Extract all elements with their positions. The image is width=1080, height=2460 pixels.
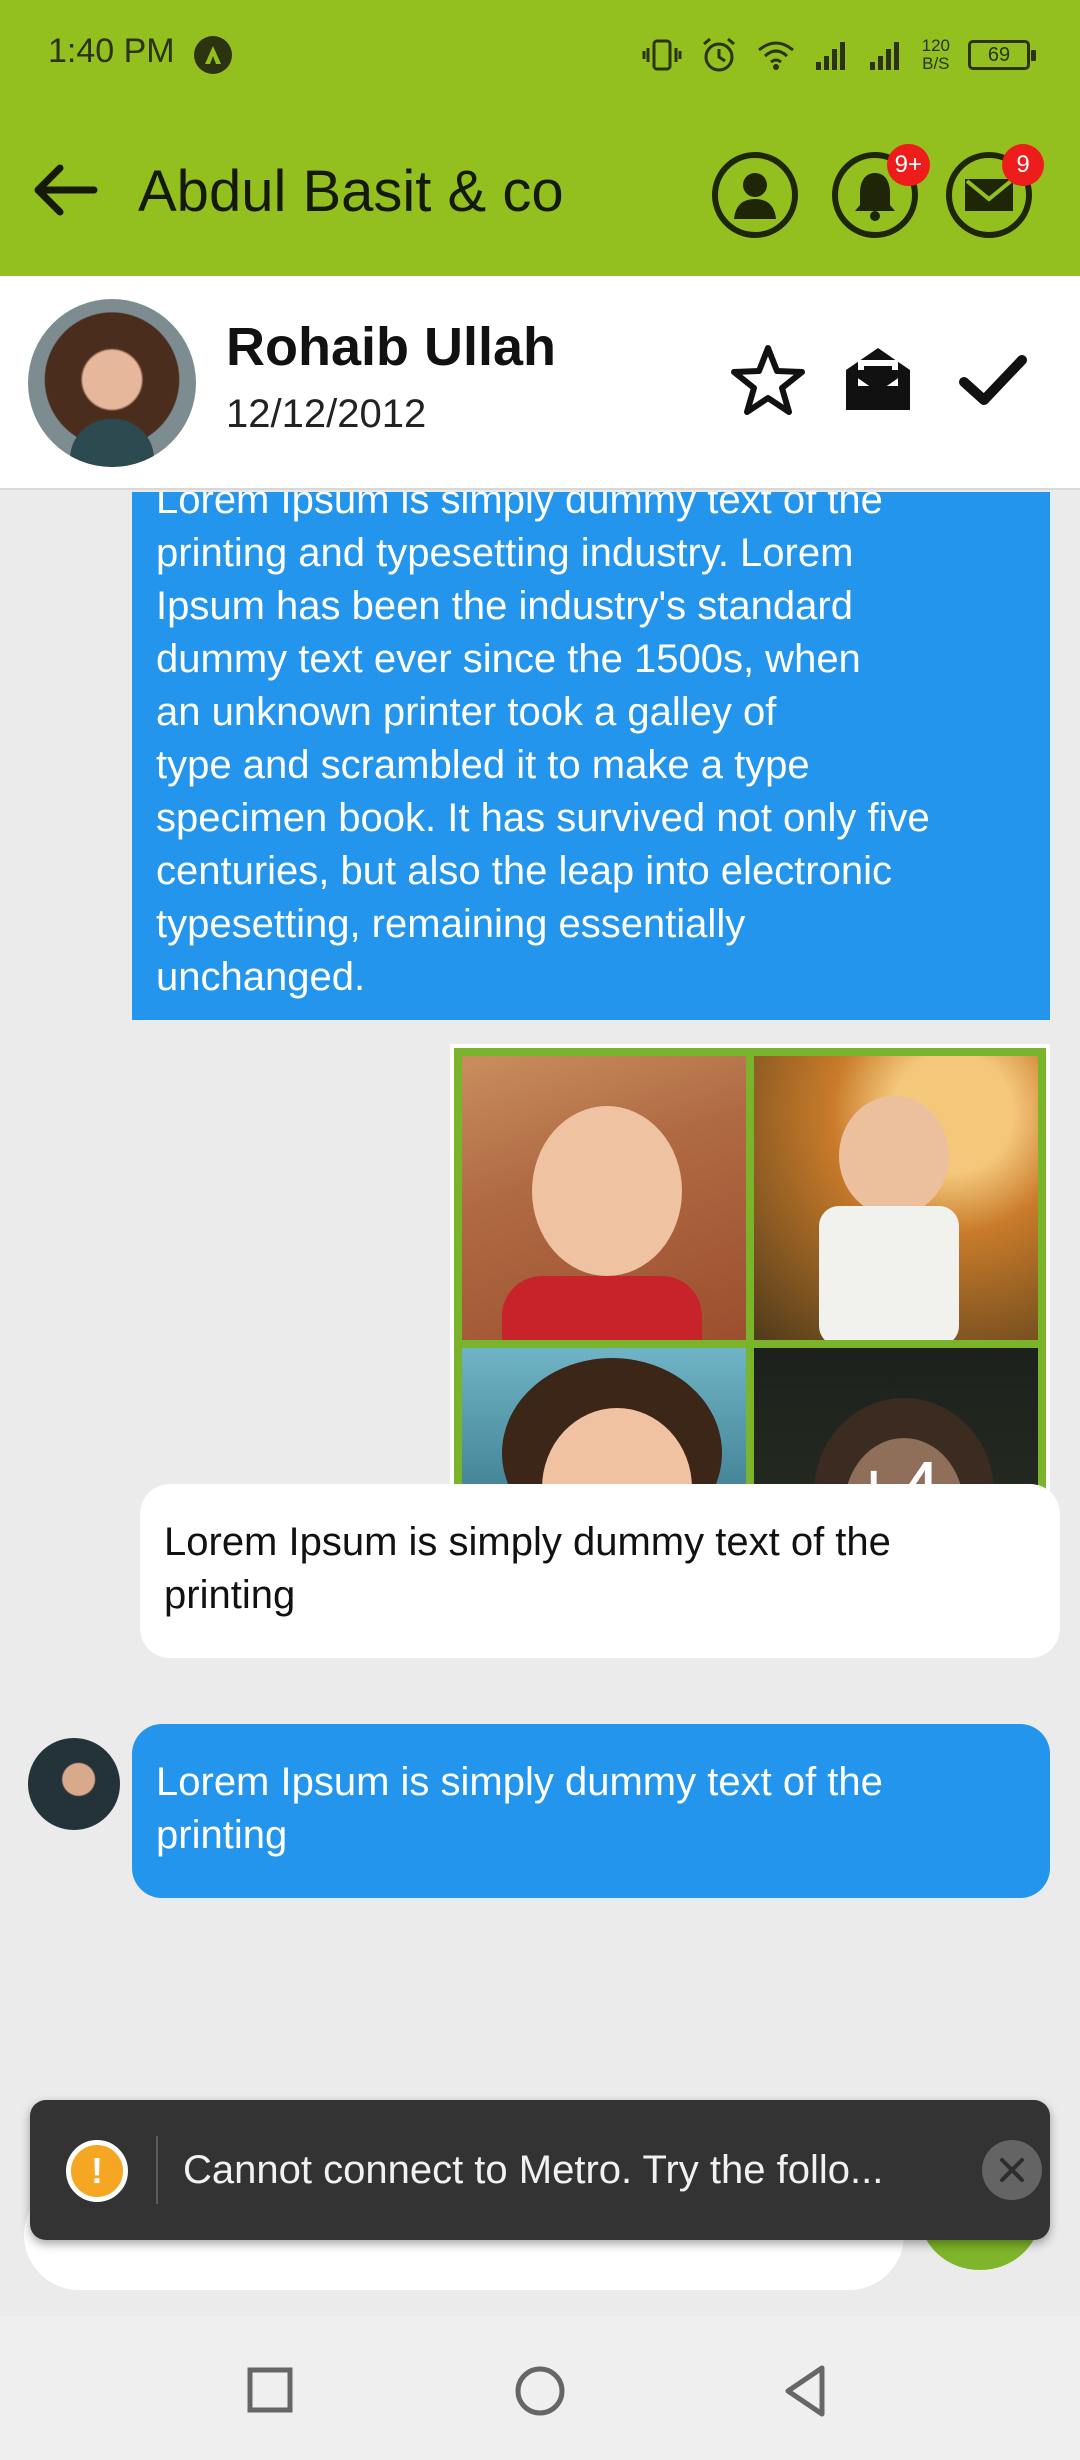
messages-button[interactable]: 9 [946, 144, 1044, 238]
message-line: type and scrambled it to make a type [156, 743, 810, 787]
signal-icon [815, 42, 845, 70]
message-line: Ipsum has been the industry's standard [156, 584, 853, 628]
incoming-message[interactable]: Lorem Ipsum is simply dummy text of the … [140, 1484, 1060, 1658]
message-line: printing [156, 1813, 288, 1857]
notifications-button[interactable]: 9+ [832, 144, 930, 238]
page-title: Abdul Basit & co [138, 159, 564, 224]
envelope-icon [965, 179, 1013, 211]
message-line: specimen book. It has survived not only … [156, 796, 930, 840]
app-header: Abdul Basit & co 9+ 9 [0, 130, 1080, 260]
messages-badge: 9 [1002, 144, 1044, 186]
profile-button[interactable] [712, 152, 798, 238]
contact-date: 12/12/2012 [226, 392, 427, 436]
app-notification-icon [194, 36, 232, 74]
contact-header: Rohaib Ullah 12/12/2012 [0, 276, 1080, 490]
warning-icon: ! [66, 2140, 128, 2202]
toast-message: Cannot connect to Metro. Try the follo..… [183, 2148, 884, 2192]
wifi-icon [757, 41, 794, 70]
toast-divider [156, 2136, 158, 2204]
star-button[interactable] [728, 340, 808, 420]
recents-button[interactable] [236, 2356, 306, 2426]
close-icon [1000, 2158, 1024, 2182]
open-envelope-icon [846, 348, 910, 410]
toast-close-button[interactable] [982, 2140, 1042, 2200]
outgoing-message[interactable]: Lorem Ipsum is simply dummy text of the … [132, 1724, 1050, 1898]
message-line: typesetting, remaining essentially [156, 902, 746, 946]
message-line: dummy text ever since the 1500s, when [156, 637, 861, 681]
contact-name: Rohaib Ullah [226, 317, 557, 377]
message-line: unchanged. [156, 955, 366, 999]
message-line: Lorem Ipsum is simply dummy text of the [156, 1760, 883, 1804]
gallery-photo-2[interactable] [754, 1056, 1038, 1340]
message-line: Lorem Ipsum is simply dummy text of the [156, 492, 883, 522]
message-line: printing [164, 1573, 296, 1617]
network-speed: 120 B/S [922, 37, 950, 73]
status-bar: 1:40 PM 120 B/S 69 [0, 0, 1080, 110]
battery-icon: 69 [968, 40, 1036, 70]
network-speed-unit: B/S [922, 54, 950, 73]
back-nav-button[interactable] [770, 2356, 840, 2426]
sender-avatar[interactable] [28, 1738, 120, 1830]
signal-icon-2 [869, 42, 899, 70]
outgoing-message[interactable]: Lorem Ipsum is simply dummy text of the … [132, 492, 1050, 1020]
message-line: an unknown printer took a galley of [156, 690, 777, 734]
back-button[interactable] [30, 160, 110, 230]
vibrate-icon [642, 39, 682, 71]
check-button[interactable] [954, 340, 1034, 420]
notifications-badge: 9+ [886, 144, 930, 186]
message-line: printing and typesetting industry. Lorem [156, 531, 854, 575]
app-header-background: 1:40 PM 120 B/S 69 Abdul Basit & co 9+ 9 [0, 0, 1080, 276]
back-arrow-icon [34, 164, 98, 216]
contact-avatar[interactable] [28, 299, 196, 467]
checkmark-icon [959, 355, 1027, 405]
message-line: Lorem Ipsum is simply dummy text of the [164, 1520, 891, 1564]
star-icon [731, 345, 805, 415]
status-icons: 120 B/S 69 [642, 30, 1036, 80]
metro-error-toast[interactable]: ! Cannot connect to Metro. Try the follo… [30, 2100, 1050, 2240]
gallery-photo-1[interactable] [462, 1056, 746, 1340]
message-list[interactable]: Lorem Ipsum is simply dummy text of the … [0, 492, 1080, 2316]
message-line: centuries, but also the leap into electr… [156, 849, 892, 893]
user-icon [734, 173, 776, 219]
system-nav-bar [0, 2316, 1080, 2460]
home-button[interactable] [505, 2356, 575, 2426]
square-icon [247, 2367, 293, 2413]
circle-icon [515, 2366, 565, 2416]
network-speed-value: 120 [921, 36, 950, 55]
alarm-icon [702, 37, 735, 72]
triangle-back-icon [785, 2365, 825, 2417]
status-time: 1:40 PM [48, 32, 175, 70]
mark-read-button[interactable] [838, 340, 918, 420]
